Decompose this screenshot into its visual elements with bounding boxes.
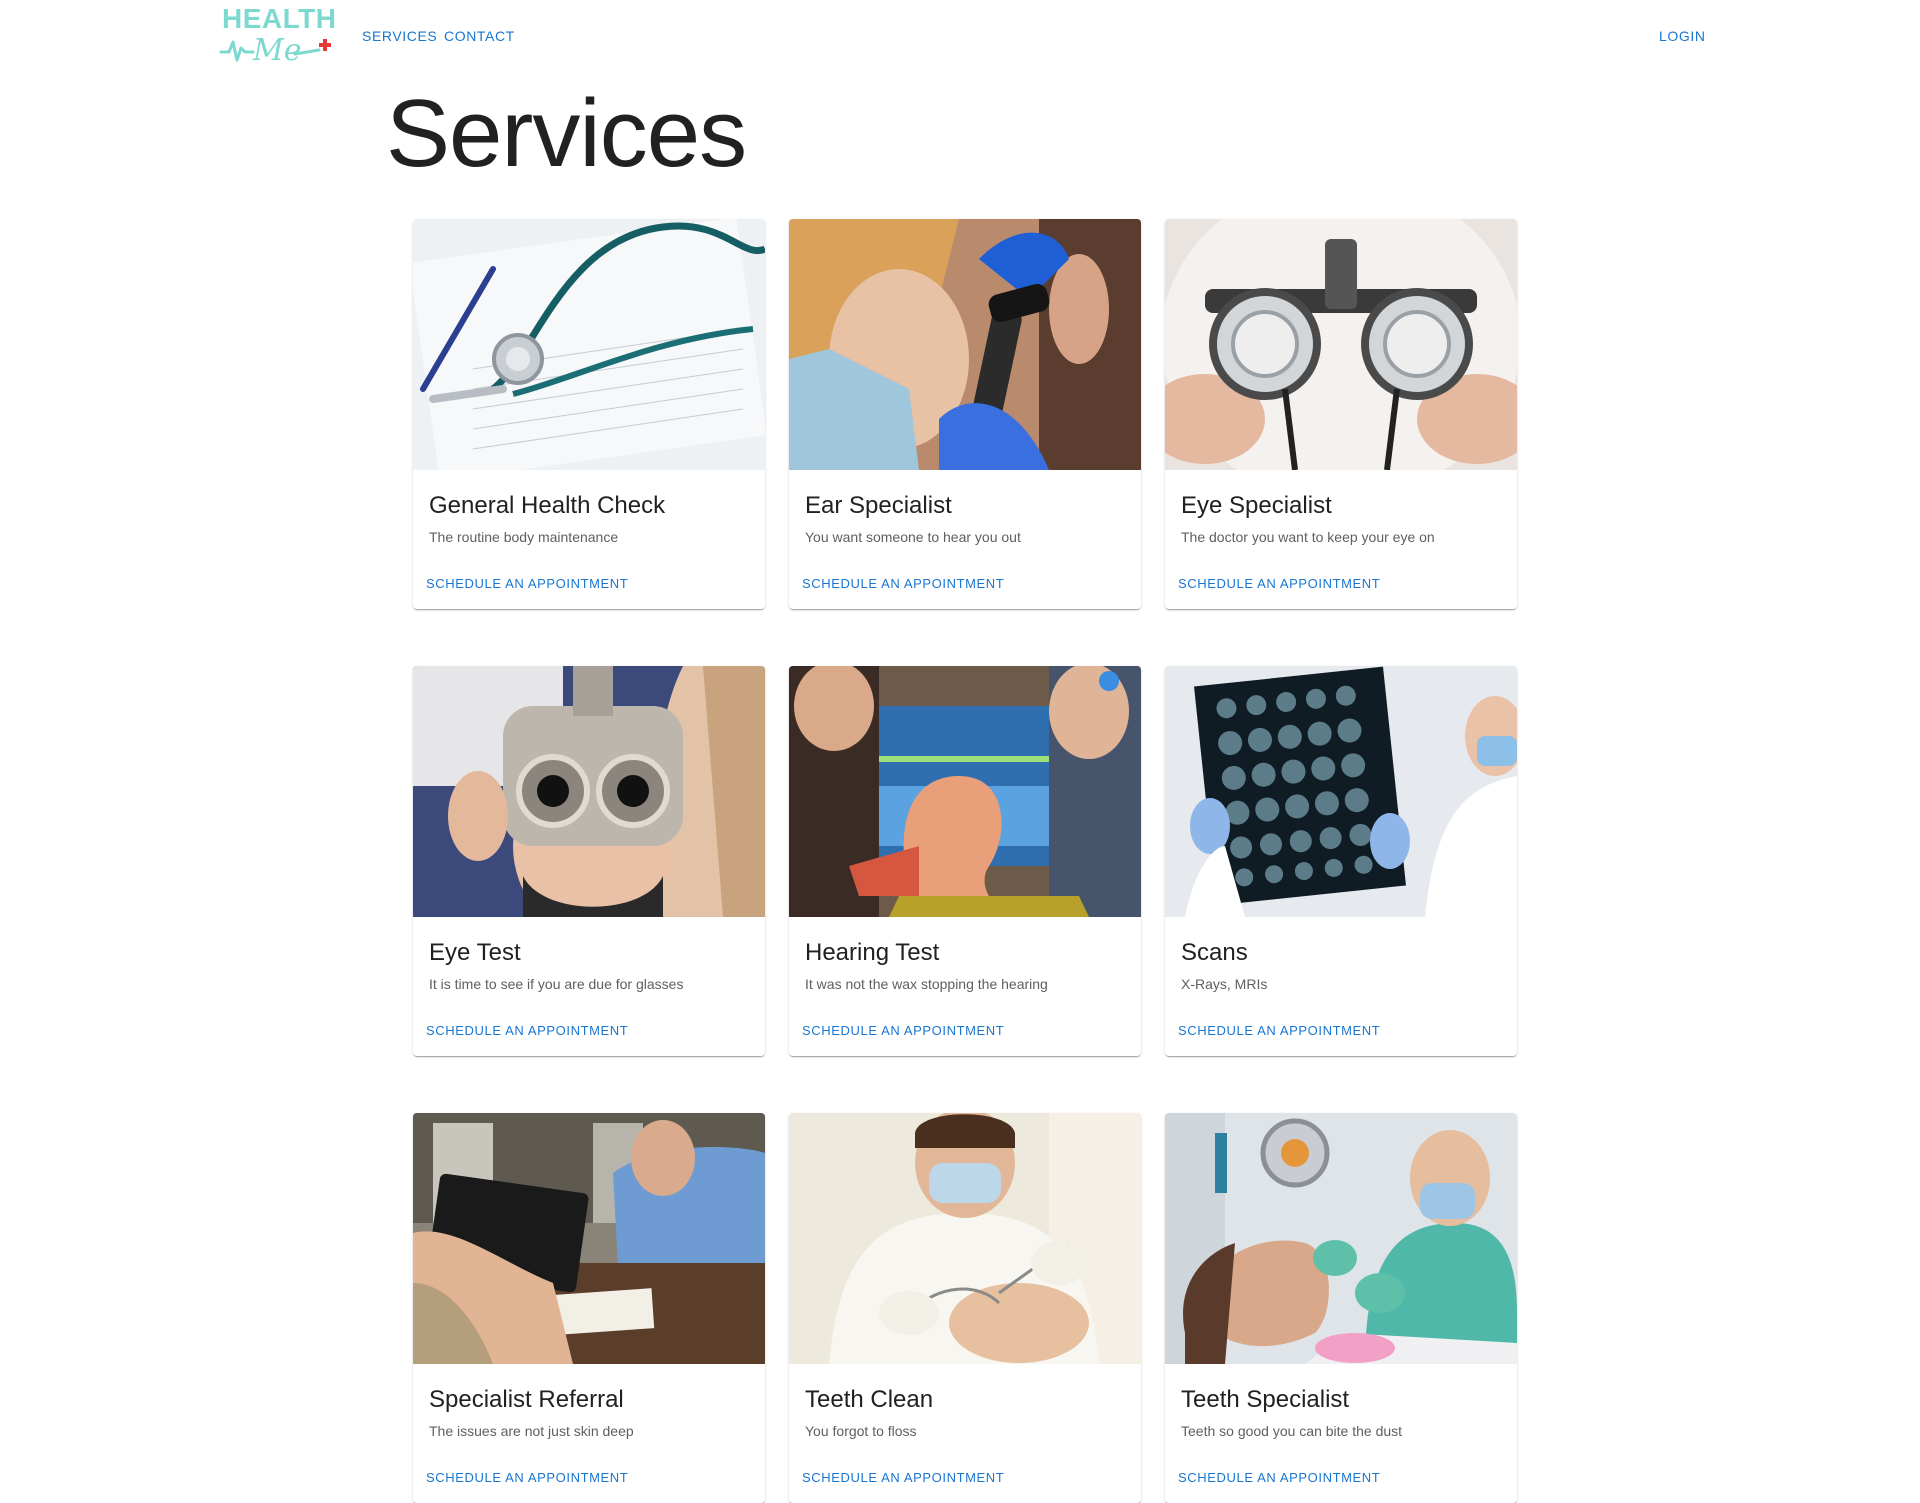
card-description: It was not the wax stopping the hearing xyxy=(805,976,1048,992)
card-description: The issues are not just skin deep xyxy=(429,1423,634,1439)
svg-text:Me: Me xyxy=(252,33,301,68)
service-card-teeth-clean: Teeth Clean You forgot to floss SCHEDULE… xyxy=(789,1113,1141,1503)
card-description: X-Rays, MRIs xyxy=(1181,976,1268,992)
page-title: Services xyxy=(386,80,747,187)
ear-model-hearing-test-photo xyxy=(789,666,1141,917)
app-header: HEALTH Me SERVICES CONTACT LOGIN xyxy=(0,0,1920,74)
card-title: Scans xyxy=(1181,939,1248,966)
service-card-eye-test: Eye Test It is time to see if you are du… xyxy=(413,666,765,1056)
schedule-appointment-button[interactable]: SCHEDULE AN APPOINTMENT xyxy=(797,1018,1009,1044)
schedule-appointment-button[interactable]: SCHEDULE AN APPOINTMENT xyxy=(1173,1018,1385,1044)
card-title: Specialist Referral xyxy=(429,1386,624,1413)
card-title: Eye Specialist xyxy=(1181,492,1332,519)
schedule-appointment-button[interactable]: SCHEDULE AN APPOINTMENT xyxy=(797,571,1009,597)
consultation-desk-photo xyxy=(413,1113,765,1364)
service-card-hearing-test: Hearing Test It was not the wax stopping… xyxy=(789,666,1141,1056)
schedule-appointment-button[interactable]: SCHEDULE AN APPOINTMENT xyxy=(421,1465,633,1491)
card-description: The routine body maintenance xyxy=(429,529,619,545)
service-card-specialist-referral: Specialist Referral The issues are not j… xyxy=(413,1113,765,1503)
schedule-appointment-button[interactable]: SCHEDULE AN APPOINTMENT xyxy=(1173,571,1385,597)
card-description: Teeth so good you can bite the dust xyxy=(1181,1423,1403,1439)
healthme-logo[interactable]: HEALTH Me xyxy=(219,4,336,72)
schedule-appointment-button[interactable]: SCHEDULE AN APPOINTMENT xyxy=(797,1465,1009,1491)
card-description: The doctor you want to keep your eye on xyxy=(1181,529,1435,545)
otoscope-ear-exam-photo xyxy=(789,219,1141,470)
schedule-appointment-button[interactable]: SCHEDULE AN APPOINTMENT xyxy=(421,571,633,597)
schedule-appointment-button[interactable]: SCHEDULE AN APPOINTMENT xyxy=(1173,1465,1385,1491)
service-card-teeth-specialist: Teeth Specialist Teeth so good you can b… xyxy=(1165,1113,1517,1503)
card-title: General Health Check xyxy=(429,492,666,519)
card-title: Hearing Test xyxy=(805,939,940,966)
nav-services-link[interactable]: SERVICES xyxy=(362,27,437,45)
service-card-ear-specialist: Ear Specialist You want someone to hear … xyxy=(789,219,1141,609)
dentist-cleaning-photo xyxy=(789,1113,1141,1364)
service-card-scans: Scans X-Rays, MRIs SCHEDULE AN APPOINTME… xyxy=(1165,666,1517,1056)
nav-login-link[interactable]: LOGIN xyxy=(1659,27,1706,45)
card-description: You forgot to floss xyxy=(805,1423,917,1439)
card-description: You want someone to hear you out xyxy=(805,529,1021,545)
schedule-appointment-button[interactable]: SCHEDULE AN APPOINTMENT xyxy=(421,1018,633,1044)
dental-surgery-photo xyxy=(1165,1113,1517,1364)
card-title: Eye Test xyxy=(429,939,521,966)
card-description: It is time to see if you are due for gla… xyxy=(429,976,684,992)
nav-contact-link[interactable]: CONTACT xyxy=(444,27,515,45)
service-card-eye-specialist: Eye Specialist The doctor you want to ke… xyxy=(1165,219,1517,609)
stethoscope-photo xyxy=(413,219,765,470)
logo-heartbeat-icon: Me xyxy=(219,33,331,68)
card-title: Ear Specialist xyxy=(805,492,952,519)
card-title: Teeth Specialist xyxy=(1181,1386,1350,1413)
trial-frame-glasses-photo xyxy=(1165,219,1517,470)
phoropter-eye-test-photo xyxy=(413,666,765,917)
mri-scan-film-photo xyxy=(1165,666,1517,917)
service-card-general-health-check: General Health Check The routine body ma… xyxy=(413,219,765,609)
card-title: Teeth Clean xyxy=(805,1386,934,1413)
